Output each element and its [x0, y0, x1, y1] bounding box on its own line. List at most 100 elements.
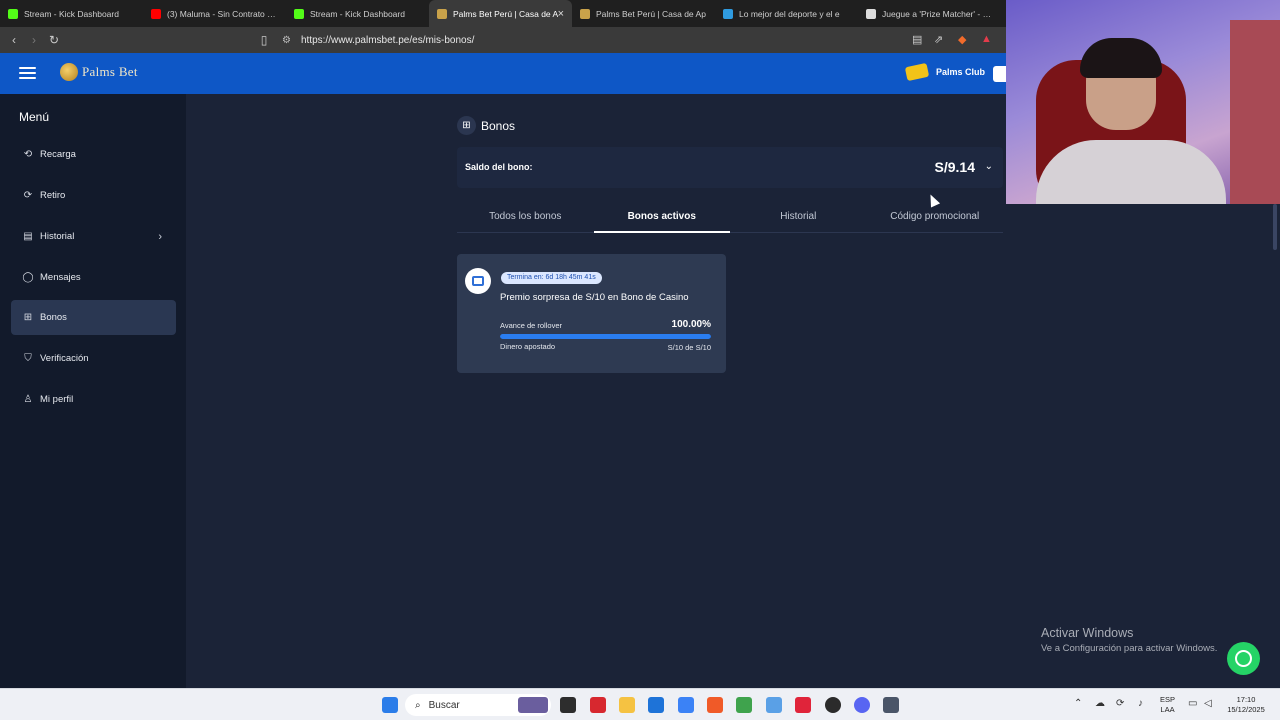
person-shirt-graphic [1036, 140, 1226, 204]
balance-value: S/9.14 [934, 159, 975, 175]
gift-icon: ⊞ [23, 312, 33, 323]
sidebar-item-mensajes[interactable]: ◯ Mensajes [11, 260, 176, 295]
sidebar-item-bonos[interactable]: ⊞ Bonos [11, 300, 176, 335]
office-app-icon[interactable] [590, 697, 606, 713]
bonus-balance-dropdown[interactable]: Saldo del bono: S/9.14 ⌄ [457, 147, 1003, 188]
bookmark-icon[interactable]: ▯ [254, 33, 274, 47]
sidebar-item-retiro[interactable]: ⟳ Retiro [11, 178, 176, 213]
network-icon[interactable]: ▭ [1188, 698, 1197, 709]
rollover-progress-fill [500, 334, 711, 339]
tab-historial[interactable]: Historial [730, 201, 867, 232]
chevron-right-icon: › [158, 230, 162, 243]
app-icon[interactable] [678, 697, 694, 713]
windows-start-icon[interactable] [382, 697, 398, 713]
task-view-icon[interactable] [560, 697, 576, 713]
tab-label: (3) Maluma - Sin Contrato (Letr [167, 8, 278, 19]
cloud-icon[interactable]: ☁ [1095, 698, 1105, 709]
tab-label: Juegue a 'Prize Matcher' - Jueg [882, 8, 993, 19]
rollover-progress-bar [500, 334, 711, 339]
logo-text: Palms Bet [82, 64, 138, 79]
reader-icon[interactable]: ▤ [912, 33, 922, 46]
language-indicator[interactable]: ESP LAA [1160, 695, 1175, 715]
message-icon: ◯ [22, 272, 34, 283]
browser-tab[interactable]: (3) Maluma - Sin Contrato (Letr [143, 0, 286, 27]
back-icon[interactable]: ‹ [4, 33, 24, 47]
browser-tab[interactable]: Palms Bet Perú | Casa de Ap [572, 0, 715, 27]
gift-icon: ⊞ [457, 116, 476, 135]
search-highlight-icon[interactable] [518, 697, 548, 713]
header-account-button[interactable] [993, 66, 1006, 82]
url-text[interactable]: https://www.palmsbet.pe/es/mis-bonos/ [301, 35, 474, 46]
opera-icon[interactable] [795, 697, 811, 713]
discord-icon[interactable] [854, 697, 870, 713]
withdraw-icon: ⟳ [23, 190, 33, 201]
site-info-icon[interactable]: ⚙ [282, 35, 291, 46]
language-code: ESP [1160, 695, 1176, 704]
sidebar-item-label: Mensajes [40, 272, 81, 283]
tab-close-icon[interactable]: × [558, 8, 564, 20]
page-title: ⊞ Bonos [457, 116, 515, 135]
whatsapp-chat-button[interactable] [1227, 642, 1260, 675]
person-hair-graphic [1080, 38, 1162, 78]
site-header: Palms Bet Palms Club [0, 53, 1006, 94]
expiry-timer-badge: Termina en: 6d 18h 45m 41s [501, 272, 602, 284]
clock-date: 15/12/2025 [1227, 705, 1265, 714]
tab-label: Stream - Kick Dashboard [24, 8, 119, 19]
sidebar-item-label: Recarga [40, 149, 76, 160]
obs-icon[interactable] [825, 697, 841, 713]
game-app-icon[interactable] [736, 697, 752, 713]
hamburger-menu-icon[interactable] [19, 67, 36, 79]
tab-bonos-activos[interactable]: Bonos activos [593, 201, 731, 233]
browser-tab[interactable]: Palms Bet Perú | Casa de A × [429, 0, 572, 27]
sidebar-item-label: Mi perfil [40, 394, 74, 405]
webcam-overlay [1006, 0, 1280, 204]
brave-shield-icon[interactable]: ◆ [958, 33, 966, 46]
palmsbet-logo[interactable]: Palms Bet [60, 63, 138, 81]
reload-icon[interactable]: ↻ [44, 33, 64, 47]
forward-icon[interactable]: › [24, 33, 44, 47]
clock[interactable]: 17:10 15/12/2025 [1224, 695, 1268, 715]
sidebar-item-mi-perfil[interactable]: ♙ Mi perfil [11, 382, 176, 417]
menu-title: Menú [19, 110, 50, 124]
page-right-area [1006, 204, 1280, 688]
sidebar-item-recarga[interactable]: ⟲ Recarga [11, 137, 176, 172]
casino-bonus-icon [465, 268, 491, 294]
keyboard-layout: LAA [1160, 705, 1175, 714]
balance-label: Saldo del bono: [465, 162, 533, 172]
tab-label: Stream - Kick Dashboard [310, 8, 405, 19]
tab-todos-los-bonos[interactable]: Todos los bonos [457, 201, 594, 232]
sidebar-item-label: Bonos [40, 312, 67, 323]
address-bar[interactable]: ⚙ https://www.palmsbet.pe/es/mis-bonos/ [282, 30, 1000, 50]
sidebar-item-verificaci-n[interactable]: ⛉ Verificación [11, 341, 176, 376]
bonus-name: Premio sorpresa de S/10 en Bono de Casin… [500, 292, 689, 303]
browser-tab[interactable]: Stream - Kick Dashboard [286, 0, 429, 27]
whatsapp-icon [1235, 650, 1252, 667]
volume-icon[interactable]: ◁ [1204, 698, 1212, 709]
chevron-down-icon[interactable]: ⌄ [985, 161, 993, 172]
bonus-card[interactable]: Termina en: 6d 18h 45m 41s Premio sorpre… [457, 254, 726, 373]
browser-tab[interactable]: Stream - Kick Dashboard [0, 0, 143, 27]
palm-logo-icon [60, 63, 78, 81]
chevron-up-icon[interactable]: ⌃ [1074, 698, 1082, 709]
tab-favicon-icon [151, 8, 161, 19]
sidebar-item-label: Verificación [40, 353, 89, 364]
calculator-icon[interactable] [883, 697, 899, 713]
brave-rewards-icon[interactable]: ▲ [981, 33, 992, 45]
tab-label: Palms Bet Perú | Casa de A [453, 8, 559, 19]
tab-label: Lo mejor del deporte y el e [739, 8, 840, 19]
browser-tab[interactable]: Lo mejor del deporte y el e [715, 0, 858, 27]
browser-tab[interactable]: Juegue a 'Prize Matcher' - Jueg [858, 0, 1001, 27]
sidebar-item-historial[interactable]: ▤ Historial › [11, 219, 176, 254]
file-explorer-icon[interactable] [619, 697, 635, 713]
notepad-icon[interactable] [766, 697, 782, 713]
sync-icon[interactable]: ⟳ [1116, 698, 1124, 709]
brave-browser-icon[interactable] [707, 697, 723, 713]
store-icon[interactable] [648, 697, 664, 713]
microphone-icon[interactable]: ♪ [1138, 698, 1143, 709]
page-scrollbar[interactable] [1273, 204, 1277, 250]
palms-club-link[interactable]: Palms Club [904, 62, 985, 82]
sidebar-item-label: Historial [40, 231, 75, 242]
tab-favicon-icon [437, 8, 447, 19]
tab-favicon-icon [866, 8, 876, 19]
share-icon[interactable]: ⇗ [934, 33, 943, 46]
